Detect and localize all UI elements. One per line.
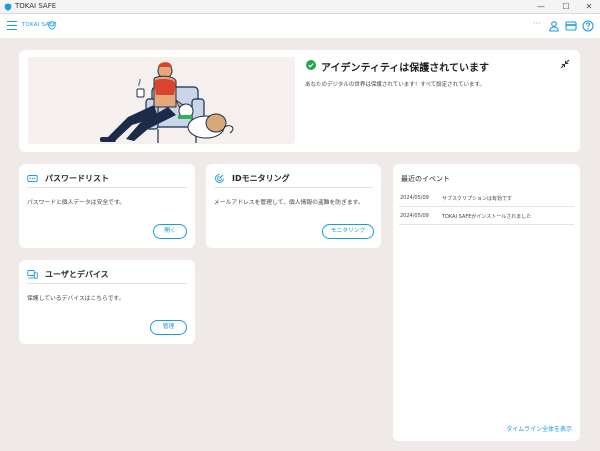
- event-row: 2024/05/09 サブスクリプションは有効です: [399, 191, 574, 207]
- hero-illustration: [28, 57, 295, 144]
- event-text: サブスクリプションは有効です: [442, 196, 513, 202]
- app-header: TOKAI SAFE ···: [0, 14, 600, 38]
- divider: [27, 187, 187, 188]
- event-row: 2024/05/09 TOKAI SAFEがインストールされました: [399, 209, 574, 225]
- password-list-description: パスワードと個人データは安全です。: [27, 200, 125, 206]
- devices-icon: [27, 270, 38, 279]
- id-monitoring-title: IDモニタリング: [232, 174, 290, 183]
- users-devices-card: ユーザとデバイス 保護しているデバイスはこちらです。 管理: [19, 260, 195, 344]
- person-with-dog-illustration: [100, 62, 234, 143]
- open-button[interactable]: 開く: [153, 224, 187, 239]
- event-text: TOKAI SAFEがインストールされました: [442, 214, 532, 220]
- protection-status-card: アイデンティティは保護されています あなたのデジタルの世界は保護されています！す…: [19, 50, 580, 152]
- maximize-button[interactable]: ☐: [555, 0, 577, 14]
- wallet-icon[interactable]: [565, 20, 577, 32]
- close-button[interactable]: ✕: [578, 0, 600, 14]
- password-icon: [27, 175, 38, 182]
- event-date: 2024/05/09: [400, 213, 429, 219]
- recent-events-panel: 最近のイベント 2024/05/09 サブスクリプションは有効です 2024/0…: [393, 164, 580, 441]
- user-icon[interactable]: [548, 20, 560, 32]
- window-titlebar: TOKAI SAFE — ☐ ✕: [0, 0, 600, 14]
- protection-status-title: アイデンティティは保護されています: [321, 63, 489, 74]
- window-title: TOKAI SAFE: [15, 2, 57, 10]
- recent-events-title: 最近のイベント: [401, 175, 450, 183]
- password-list-title: パスワードリスト: [45, 174, 109, 183]
- users-devices-title: ユーザとデバイス: [45, 270, 109, 279]
- event-date: 2024/05/09: [400, 195, 429, 201]
- id-monitoring-description: メールアドレスを管理して、個人情報の盗難を防ぎます。: [214, 200, 364, 206]
- menu-icon[interactable]: [7, 21, 17, 31]
- shield-icon: [4, 3, 12, 11]
- password-list-card: パスワードリスト パスワードと個人データは安全です。 開く: [19, 164, 195, 248]
- brand-shield-icon: [48, 21, 56, 30]
- monitoring-button[interactable]: モニタリング: [322, 224, 374, 239]
- manage-button[interactable]: 管理: [150, 320, 187, 335]
- check-circle-icon: [306, 60, 316, 70]
- view-full-timeline-link[interactable]: タイムライン全体を表示: [506, 424, 572, 433]
- id-monitoring-card: IDモニタリング メールアドレスを管理して、個人情報の盗難を防ぎます。 モニタリ…: [206, 164, 381, 248]
- help-icon[interactable]: [582, 20, 594, 32]
- radar-icon: [215, 174, 224, 183]
- protection-status-description: あなたのデジタルの世界は保護されています！すべて設定されています。: [305, 82, 485, 88]
- divider: [214, 187, 373, 188]
- minimize-button[interactable]: —: [530, 0, 552, 14]
- divider: [27, 283, 187, 284]
- users-devices-description: 保護しているデバイスはこちらです。: [27, 296, 125, 302]
- collapse-icon[interactable]: [560, 59, 570, 69]
- more-icon[interactable]: ···: [533, 19, 541, 28]
